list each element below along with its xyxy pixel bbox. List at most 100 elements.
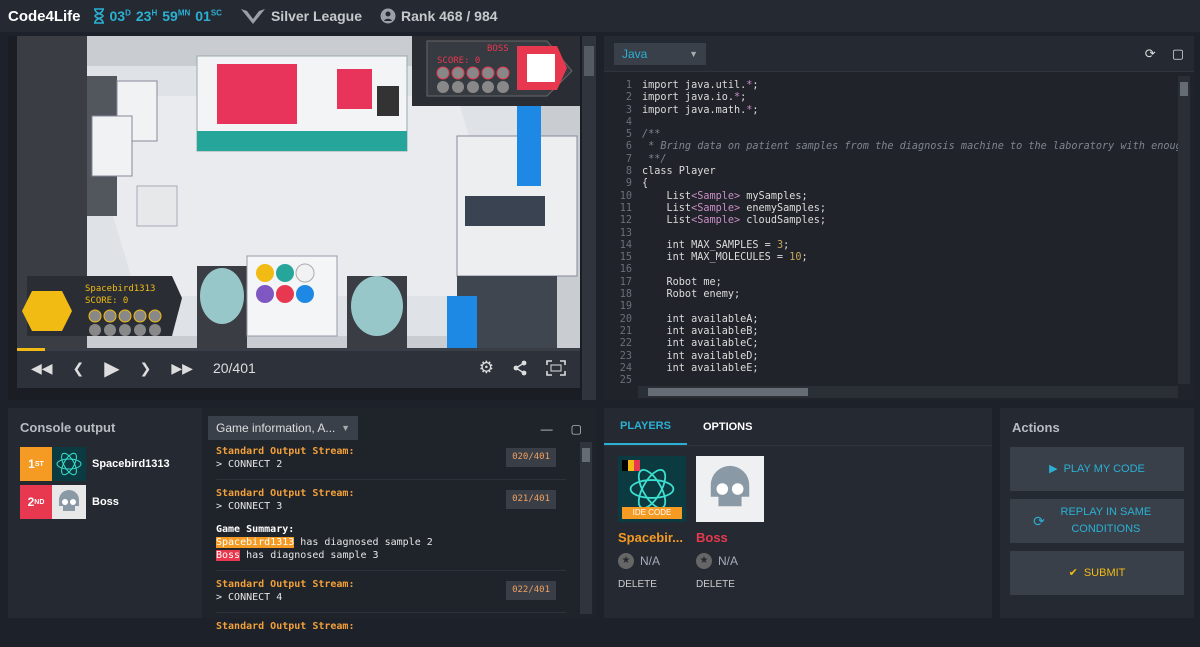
- turn-badge[interactable]: 021/401: [506, 490, 556, 509]
- code-line[interactable]: {: [642, 178, 1178, 190]
- player-card-name: Boss: [696, 530, 728, 545]
- line-number: 22: [619, 338, 632, 350]
- console-log: Standard Output Stream: > CONNECT 2 020/…: [216, 444, 566, 647]
- boss-label: BOSS: [487, 44, 509, 54]
- actions-title: Actions: [1012, 420, 1060, 435]
- rank-display[interactable]: Rank 468 / 984: [380, 8, 498, 24]
- player-card-name: Spacebir...: [618, 530, 684, 545]
- line-number: 21: [619, 325, 632, 337]
- code-line[interactable]: class Player: [642, 166, 1178, 178]
- players-tabs: PLAYERS OPTIONS: [604, 408, 992, 446]
- chevron-down-icon: ▼: [341, 423, 350, 433]
- viewer-scrollbar[interactable]: [582, 36, 596, 400]
- app-title: Code4Life: [8, 7, 81, 25]
- delete-player-button[interactable]: DELETE: [618, 579, 686, 590]
- maximize-icon[interactable]: ▢: [1172, 46, 1184, 62]
- next-frame-icon[interactable]: ❯: [140, 360, 152, 377]
- line-number: 17: [619, 276, 632, 288]
- player-avatar[interactable]: IDE CODE: [618, 456, 686, 522]
- line-number: 1: [625, 80, 632, 91]
- code-line[interactable]: [642, 301, 1178, 313]
- line-number: 16: [619, 264, 632, 276]
- tab-options[interactable]: OPTIONS: [687, 408, 769, 445]
- console-filter-value: Game information, A...: [216, 421, 336, 435]
- top-bar: Code4Life 03D 23H 59MN 01SC Silver Leagu…: [0, 0, 1200, 32]
- code-line[interactable]: int availableE;: [642, 363, 1178, 375]
- editor-header: Java ▼ ⟳ ▢: [604, 36, 1194, 72]
- console-player-row[interactable]: 1 ST Spacebird1313: [20, 447, 202, 481]
- submit-button[interactable]: ✔ SUBMIT: [1010, 551, 1184, 595]
- editor-horizontal-scrollbar[interactable]: [638, 386, 1178, 398]
- code-line[interactable]: * Bring data on patient samples from the…: [642, 141, 1178, 153]
- skull-avatar-icon: [710, 465, 750, 507]
- player-card: Boss ★ N/A DELETE: [696, 456, 764, 590]
- code-line[interactable]: [642, 228, 1178, 240]
- language-select[interactable]: Java ▼: [614, 42, 706, 65]
- checkmark-icon: ✔: [1068, 566, 1078, 579]
- play-icon: ▶: [1049, 462, 1058, 475]
- code-line[interactable]: int availableD;: [642, 351, 1178, 363]
- console-scrollbar[interactable]: [580, 442, 592, 614]
- playback-progress[interactable]: [17, 348, 580, 351]
- share-icon[interactable]: [512, 360, 528, 376]
- fullscreen-icon[interactable]: [546, 360, 566, 376]
- turn-badge[interactable]: 020/401: [506, 448, 556, 467]
- play-my-code-button[interactable]: ▶ PLAY MY CODE: [1010, 447, 1184, 491]
- hourglass-icon: [93, 8, 104, 24]
- code-line[interactable]: [642, 375, 1178, 386]
- code-line[interactable]: int availableA;: [642, 314, 1178, 326]
- tab-players[interactable]: PLAYERS: [604, 408, 687, 445]
- chevron-down-icon: ▼: [689, 48, 698, 59]
- game-scene: BOSS SCORE: 0 Spacebird1313 SCORE: 0: [17, 36, 580, 348]
- log-entry: Standard Output Stream:: [216, 621, 355, 632]
- player-avatar[interactable]: [696, 456, 764, 522]
- rank-medal-icon: [380, 8, 396, 24]
- last-frame-icon[interactable]: ▶▶: [171, 360, 193, 377]
- rank-badge: 1 ST: [20, 447, 52, 481]
- play-icon[interactable]: ▶: [104, 356, 119, 381]
- code-line[interactable]: import java.io.*;: [642, 92, 1178, 104]
- code-line[interactable]: import java.math.*;: [642, 105, 1178, 117]
- code-line[interactable]: List<Sample> mySamples;: [642, 191, 1178, 203]
- prev-frame-icon[interactable]: ❮: [73, 360, 85, 377]
- editor-vertical-scrollbar[interactable]: [1178, 76, 1190, 384]
- turn-badge[interactable]: 022/401: [506, 581, 556, 600]
- replay-button[interactable]: ⟳ REPLAY IN SAME CONDITIONS: [1010, 499, 1184, 543]
- code-line[interactable]: int availableC;: [642, 338, 1178, 350]
- code-line[interactable]: [642, 117, 1178, 129]
- code-editor: Java ▼ ⟳ ▢ 1 2 3 4 5 6 7 8 9 10 11 12 13 14 15 16 17 18 19…: [604, 36, 1194, 400]
- line-number: 7: [625, 153, 632, 165]
- code-line[interactable]: Robot enemy;: [642, 289, 1178, 301]
- code-line[interactable]: [642, 264, 1178, 276]
- code-line[interactable]: List<Sample> enemySamples;: [642, 203, 1178, 215]
- league-wings-icon: [240, 9, 265, 24]
- player-label: Spacebird1313: [85, 284, 155, 294]
- minimize-icon[interactable]: —: [541, 422, 553, 436]
- code-lines[interactable]: import java.util.*; import java.io.*; impo…: [642, 80, 1178, 386]
- line-number: 24: [619, 362, 632, 374]
- code-line[interactable]: Robot me;: [642, 277, 1178, 289]
- player-card-score: N/A: [718, 554, 739, 568]
- maximize-icon[interactable]: ▢: [571, 422, 582, 436]
- line-number: 2: [625, 92, 632, 104]
- code-line[interactable]: import java.util.*;: [642, 80, 1178, 92]
- code-line[interactable]: /**: [642, 129, 1178, 141]
- game-canvas[interactable]: BOSS SCORE: 0 Spacebird1313 SCORE: 0: [17, 36, 580, 348]
- code-area[interactable]: 1 2 3 4 5 6 7 8 9 10 11 12 13 14 15 16 17 18 19 20 21 22 23 24 2…: [604, 80, 1178, 386]
- console-filter-select[interactable]: Game information, A... ▼: [208, 416, 358, 440]
- code-line[interactable]: int MAX_MOLECULES = 10;: [642, 252, 1178, 264]
- delete-player-button[interactable]: DELETE: [696, 579, 764, 590]
- line-number: 6: [625, 141, 632, 153]
- settings-gear-icon[interactable]: ⚙: [479, 358, 494, 378]
- log-entry: Standard Output Stream: > CONNECT 4 022/…: [216, 577, 566, 613]
- code-line[interactable]: List<Sample> cloudSamples;: [642, 215, 1178, 227]
- line-numbers: 1 2 3 4 5 6 7 8 9 10 11 12 13 14 15 16 17 18 19 20 21 22 23 24 2…: [604, 80, 638, 386]
- code-line[interactable]: int availableB;: [642, 326, 1178, 338]
- code-line[interactable]: **/: [642, 154, 1178, 166]
- console-player-row[interactable]: 2 ND Boss: [20, 485, 202, 519]
- first-frame-icon[interactable]: ◀◀: [31, 360, 53, 377]
- code-line[interactable]: int MAX_SAMPLES = 3;: [642, 240, 1178, 252]
- league-badge[interactable]: Silver League: [240, 7, 362, 25]
- log-entry: Standard Output Stream: > CONNECT 2 020/…: [216, 444, 566, 480]
- reset-code-icon[interactable]: ⟳: [1145, 46, 1156, 62]
